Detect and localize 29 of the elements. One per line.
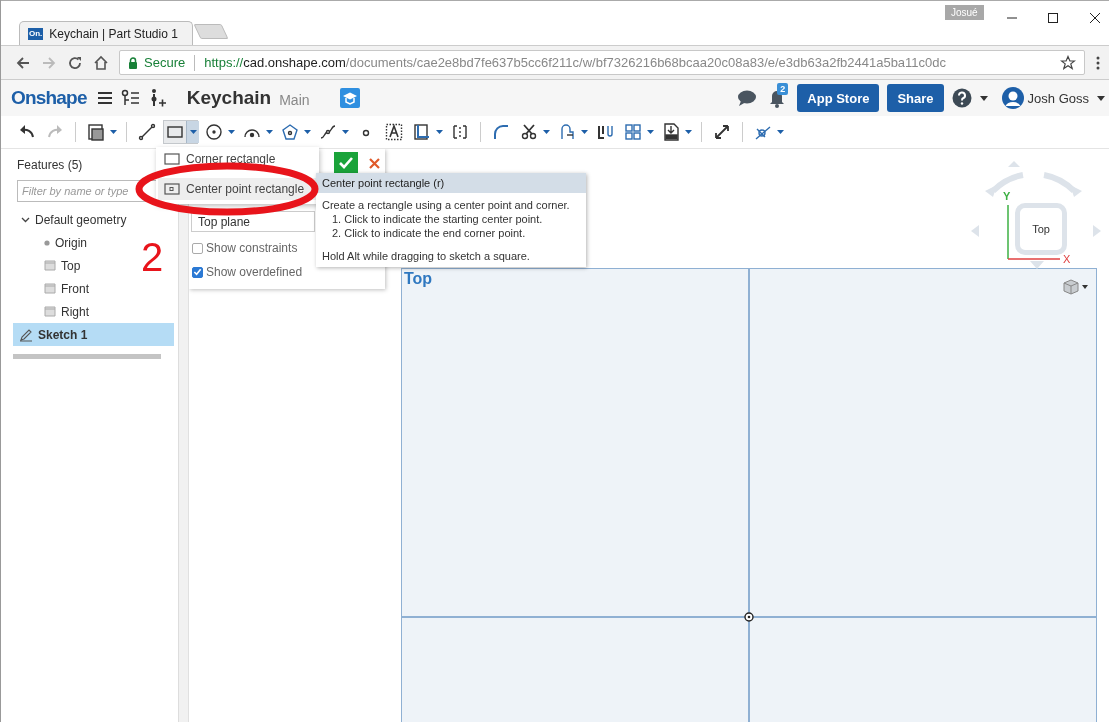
tooltip-text: 2. Click to indicate the end corner point. [331, 226, 527, 240]
menu-label: Center point rectangle [186, 182, 305, 196]
profile-badge: Josué [945, 5, 984, 20]
tree-label: Default geometry [35, 212, 127, 227]
document-title: Keychain [186, 87, 272, 109]
tooltip-hint: Hold Alt while dragging to sketch a square. [322, 249, 531, 263]
menu-label: Corner rectangle [186, 152, 276, 166]
tree-label: Sketch 1 [38, 327, 88, 342]
panel-title: Features (5) [16, 157, 84, 174]
secure-label: Secure [144, 55, 186, 70]
plane-label: Top [404, 270, 433, 288]
checkbox-label: Show constraints [206, 241, 298, 255]
axis-label: X [1063, 253, 1071, 265]
tab-title: Keychain | Part Studio 1 [49, 26, 178, 41]
url-text: https://cad.onshape.com/documents/cae2e8bd7fe637b5cc6f211c/w/bf7326216b68bcaa20c08a83/e/e3db63a2fb2441a5ba11c0dc [204, 55, 947, 70]
tooltip-title: Center point rectangle (r) [316, 173, 586, 193]
tooltip-text: 1. Click to indicate the starting center point. [331, 212, 544, 226]
checkbox-label: Show overdefined [206, 265, 303, 279]
tree-label: Origin [55, 235, 87, 250]
step-number: 2 [141, 237, 164, 277]
site-icon: On. [28, 27, 44, 40]
notification-badge: 2 [777, 83, 789, 95]
axis-label: Y [1003, 190, 1011, 202]
tree-label: Top [61, 258, 81, 273]
tree-label: Front [61, 281, 89, 296]
tooltip-text: Create a rectangle using a center point and corner. [322, 198, 571, 212]
branch-label: Main [279, 92, 310, 108]
tree-label: Right [61, 304, 89, 319]
cube-face-label: Top [1032, 223, 1050, 235]
